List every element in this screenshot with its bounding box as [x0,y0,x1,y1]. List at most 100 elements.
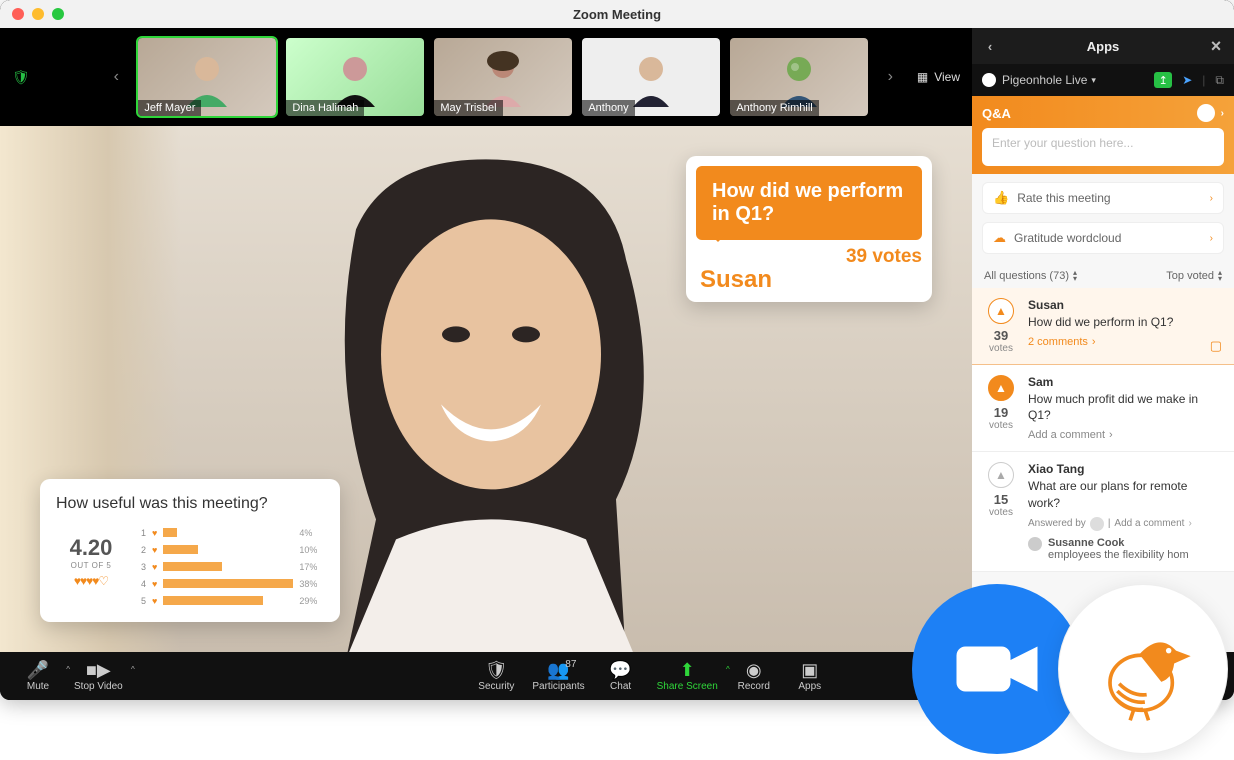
poll-bar-row: 3♥17% [136,559,324,574]
participants-count: 87 [565,659,576,670]
hearts-icon: ♥♥♥♥♡ [56,574,126,588]
question-item[interactable]: ▲ 15 votes Xiao Tang What are our plans … [972,452,1234,571]
popout-icon[interactable]: ⧉ [1215,73,1224,88]
filmstrip-prev[interactable]: ‹ [104,68,128,86]
shield-icon: 🛡 [485,661,508,681]
participants-button[interactable]: 👥 87 Participants [524,661,592,692]
wordcloud-label: Gratitude wordcloud [1014,231,1121,245]
share-icon: ⬆ [680,661,695,681]
apps-label: Apps [798,681,821,692]
vote-count: 39 [994,328,1008,343]
participant-name: Anthony [582,100,634,116]
chevron-right-icon: › [1210,233,1213,244]
project-icon[interactable]: ▢ [1210,338,1222,354]
record-button[interactable]: ◉ Record [726,661,782,692]
vote-count: 15 [994,492,1008,507]
poll-bar-row: 4♥38% [136,576,324,591]
chat-icon: 💬 [609,661,631,681]
question-item[interactable]: ▲ 19 votes Sam How much profit did we ma… [972,365,1234,452]
filmstrip: 🛡 ‹ Jeff Mayer Dina Halimah May Trisbel [0,28,972,126]
vote-label: votes [989,420,1013,431]
share-screen-button[interactable]: ⬆ Share Screen ^ [649,661,726,692]
share-app-button[interactable]: ↥ [1154,72,1172,88]
send-icon[interactable]: ➤ [1182,73,1192,87]
panel-close[interactable]: × [1198,28,1234,64]
rate-meeting-label: Rate this meeting [1017,191,1110,205]
sort-icon: ▴▾ [1073,270,1077,282]
sort-dropdown[interactable]: Top voted ▴▾ [1166,270,1222,282]
question-author: Susan [696,266,922,294]
record-icon: ◉ [746,661,762,681]
filter-all-label: All questions (73) [984,270,1069,282]
poll-score: 4.20 [56,535,126,561]
participant-thumb[interactable]: Anthony [582,38,720,116]
stop-video-label: Stop Video [74,681,123,692]
pigeonhole-icon [982,73,996,87]
poll-bar-row: 1♥4% [136,525,324,540]
participant-name: Anthony Rimhill [730,100,818,116]
question-author: Sam [1028,375,1222,389]
question-text: How much profit did we make in Q1? [1028,391,1222,423]
video-icon: ■▶ [86,661,111,681]
poll-score-sub: OUT OF 5 [56,561,126,570]
chevron-up-icon[interactable]: ^ [131,665,135,674]
chevron-right-icon: › [1210,193,1213,204]
upvote-button[interactable]: ▲ [988,462,1014,488]
mute-label: Mute [27,681,49,692]
stop-video-button[interactable]: ■▶ Stop Video ^ [66,661,131,692]
question-item[interactable]: ▲ 39 votes Susan How did we perform in Q… [972,288,1234,365]
panel-back[interactable]: ‹ [972,28,1008,64]
titlebar: Zoom Meeting [0,0,1234,28]
main-speaker-video: How did we perform in Q1? 39 votes Susan… [0,126,972,652]
participant-name: May Trisbel [434,100,502,116]
question-author: Xiao Tang [1028,462,1222,476]
comments-link[interactable]: Add a comment › [1028,429,1222,441]
pigeonhole-logo [1058,584,1228,754]
question-overlay-card: How did we perform in Q1? 39 votes Susan [686,156,932,302]
poll-overlay-card: How useful was this meeting? 4.20 OUT OF… [40,479,340,622]
filmstrip-next[interactable]: › [878,68,902,86]
security-button[interactable]: 🛡 Security [468,661,524,692]
close-window[interactable] [12,8,24,20]
participant-thumb[interactable]: May Trisbel [434,38,572,116]
chevron-right-icon[interactable]: › [1221,108,1224,119]
participant-thumb[interactable]: Jeff Mayer [138,38,276,116]
apps-panel: ‹ Apps × Pigeonhole Live ▾ ↥ ➤ | ⧉ Q&A [972,28,1234,652]
wordcloud-icon: ☁ [993,230,1006,246]
share-label: Share Screen [657,681,718,692]
avatar [1090,517,1104,531]
participants-label: Participants [532,681,584,692]
upvote-button[interactable]: ▲ [988,298,1014,324]
poll-bars: 1♥4% 2♥10% 3♥17% 4♥38% 5♥29% [136,525,324,610]
shield-icon: 🛡 [12,69,30,86]
chat-button[interactable]: 💬 Chat [593,661,649,692]
minimize-window[interactable] [32,8,44,20]
question-author: Susan [1028,298,1200,312]
window-title: Zoom Meeting [0,7,1234,22]
poll-bar-row: 5♥29% [136,593,324,608]
participant-thumb[interactable]: Anthony Rimhill [730,38,868,116]
chevron-down-icon[interactable]: ▾ [1091,75,1096,86]
qa-label: Q&A [982,106,1011,121]
wordcloud-link[interactable]: ☁ Gratitude wordcloud › [982,222,1224,254]
question-bubble: How did we perform in Q1? [696,166,922,240]
poll-bar-row: 2♥10% [136,542,324,557]
upvote-button[interactable]: ▲ [988,375,1014,401]
filter-all-questions[interactable]: All questions (73) ▴▾ [984,270,1077,282]
question-text: What are our plans for remote work? [1028,478,1222,510]
view-button[interactable]: ▦ View [917,70,960,84]
security-label: Security [478,681,514,692]
participant-thumb[interactable]: Dina Halimah [286,38,424,116]
maximize-window[interactable] [52,8,64,20]
mic-icon: 🎤 [27,661,49,681]
zoom-logo [912,584,1082,754]
sort-label: Top voted [1166,270,1214,282]
panel-title: Apps [1087,39,1120,54]
mute-button[interactable]: 🎤 Mute ^ [10,661,66,692]
rate-meeting-link[interactable]: 👍 Rate this meeting › [982,182,1224,214]
vote-count: 19 [994,405,1008,420]
apps-button[interactable]: ▣ Apps [782,661,838,692]
comments-link[interactable]: 2 comments › [1028,336,1200,348]
question-input[interactable]: Enter your question here... [982,128,1224,166]
avatar[interactable] [1197,104,1215,122]
